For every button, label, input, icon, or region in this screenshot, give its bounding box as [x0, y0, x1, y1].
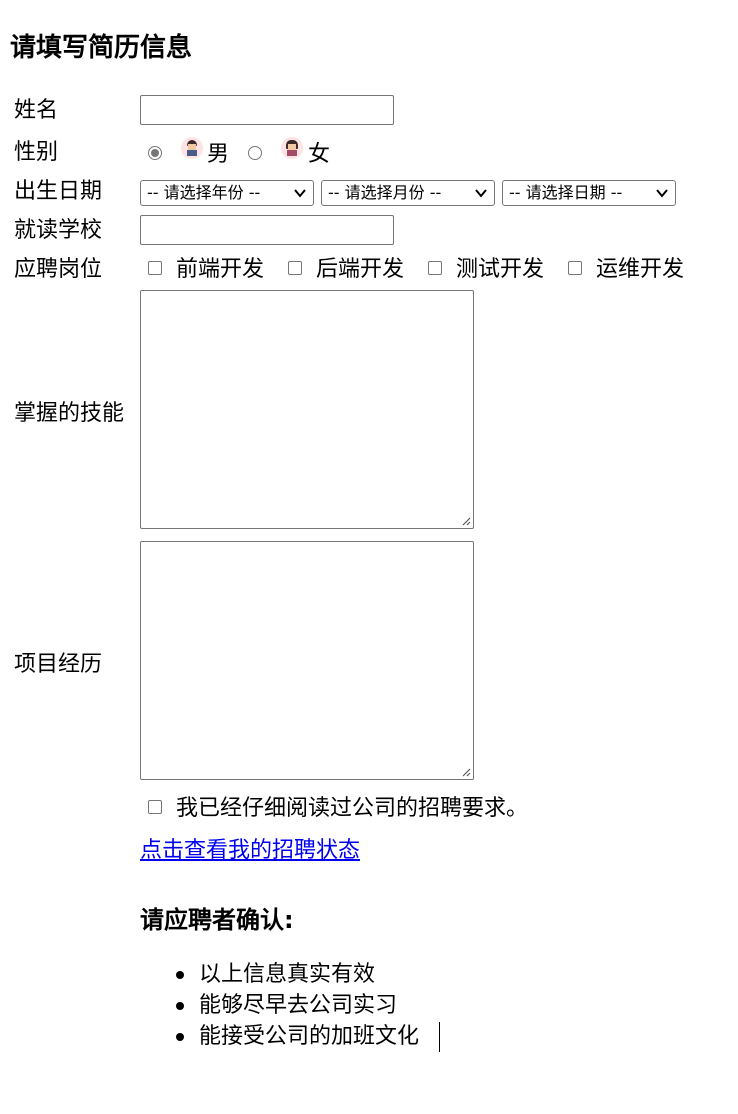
year-select[interactable]: -- 请选择年份 -- — [140, 180, 314, 206]
school-label: 就读学校 — [14, 218, 103, 243]
chevron-down-icon — [656, 189, 668, 198]
list-item: 能够尽早去公司实习 — [199, 993, 398, 1018]
gender-male-radio[interactable] — [148, 146, 162, 160]
position-label: 应聘岗位 — [14, 257, 103, 282]
chevron-down-icon — [294, 189, 306, 198]
list-bullet — [176, 1033, 184, 1041]
position-testing-label[interactable]: 测试开发 — [456, 257, 544, 283]
gender-female-label[interactable]: 女 — [308, 142, 330, 168]
resize-grip-icon[interactable] — [461, 516, 471, 526]
name-label: 姓名 — [14, 98, 59, 123]
gender-label: 性别 — [14, 140, 59, 165]
agree-checkbox[interactable] — [148, 800, 162, 814]
list-bullet — [176, 1002, 184, 1010]
day-select[interactable]: -- 请选择日期 -- — [502, 180, 676, 206]
female-avatar-icon — [281, 137, 303, 159]
resize-grip-icon[interactable] — [461, 767, 471, 777]
position-backend-label[interactable]: 后端开发 — [316, 257, 404, 283]
position-frontend-checkbox[interactable] — [148, 261, 162, 275]
position-ops-checkbox[interactable] — [568, 261, 582, 275]
position-testing-checkbox[interactable] — [428, 261, 442, 275]
projects-label: 项目经历 — [14, 652, 103, 677]
gender-female-radio[interactable] — [248, 146, 262, 160]
day-select-value: -- 请选择日期 -- — [509, 183, 623, 202]
agree-label[interactable]: 我已经仔细阅读过公司的招聘要求。 — [176, 796, 528, 822]
skills-label: 掌握的技能 — [14, 401, 125, 426]
position-ops-label[interactable]: 运维开发 — [596, 257, 684, 283]
month-select[interactable]: -- 请选择月份 -- — [321, 180, 495, 206]
list-item: 能接受公司的加班文化 — [199, 1024, 420, 1049]
year-select-value: -- 请选择年份 -- — [147, 183, 261, 202]
gender-male-label[interactable]: 男 — [207, 142, 229, 168]
name-input[interactable] — [140, 95, 394, 125]
month-select-value: -- 请选择月份 -- — [328, 183, 442, 202]
school-input[interactable] — [140, 215, 394, 245]
birth-label: 出生日期 — [14, 179, 103, 204]
position-frontend-label[interactable]: 前端开发 — [176, 257, 264, 283]
list-bullet — [176, 971, 184, 979]
list-item: 以上信息真实有效 — [199, 962, 376, 987]
text-cursor — [439, 1022, 440, 1052]
position-backend-checkbox[interactable] — [288, 261, 302, 275]
projects-textarea[interactable] — [140, 541, 474, 780]
page-title: 请填写简历信息 — [10, 33, 193, 63]
status-link[interactable]: 点击查看我的招聘状态 — [140, 832, 360, 864]
confirm-heading: 请应聘者确认: — [140, 906, 294, 934]
male-avatar-icon — [181, 137, 203, 159]
chevron-down-icon — [475, 189, 487, 198]
skills-textarea[interactable] — [140, 290, 474, 529]
